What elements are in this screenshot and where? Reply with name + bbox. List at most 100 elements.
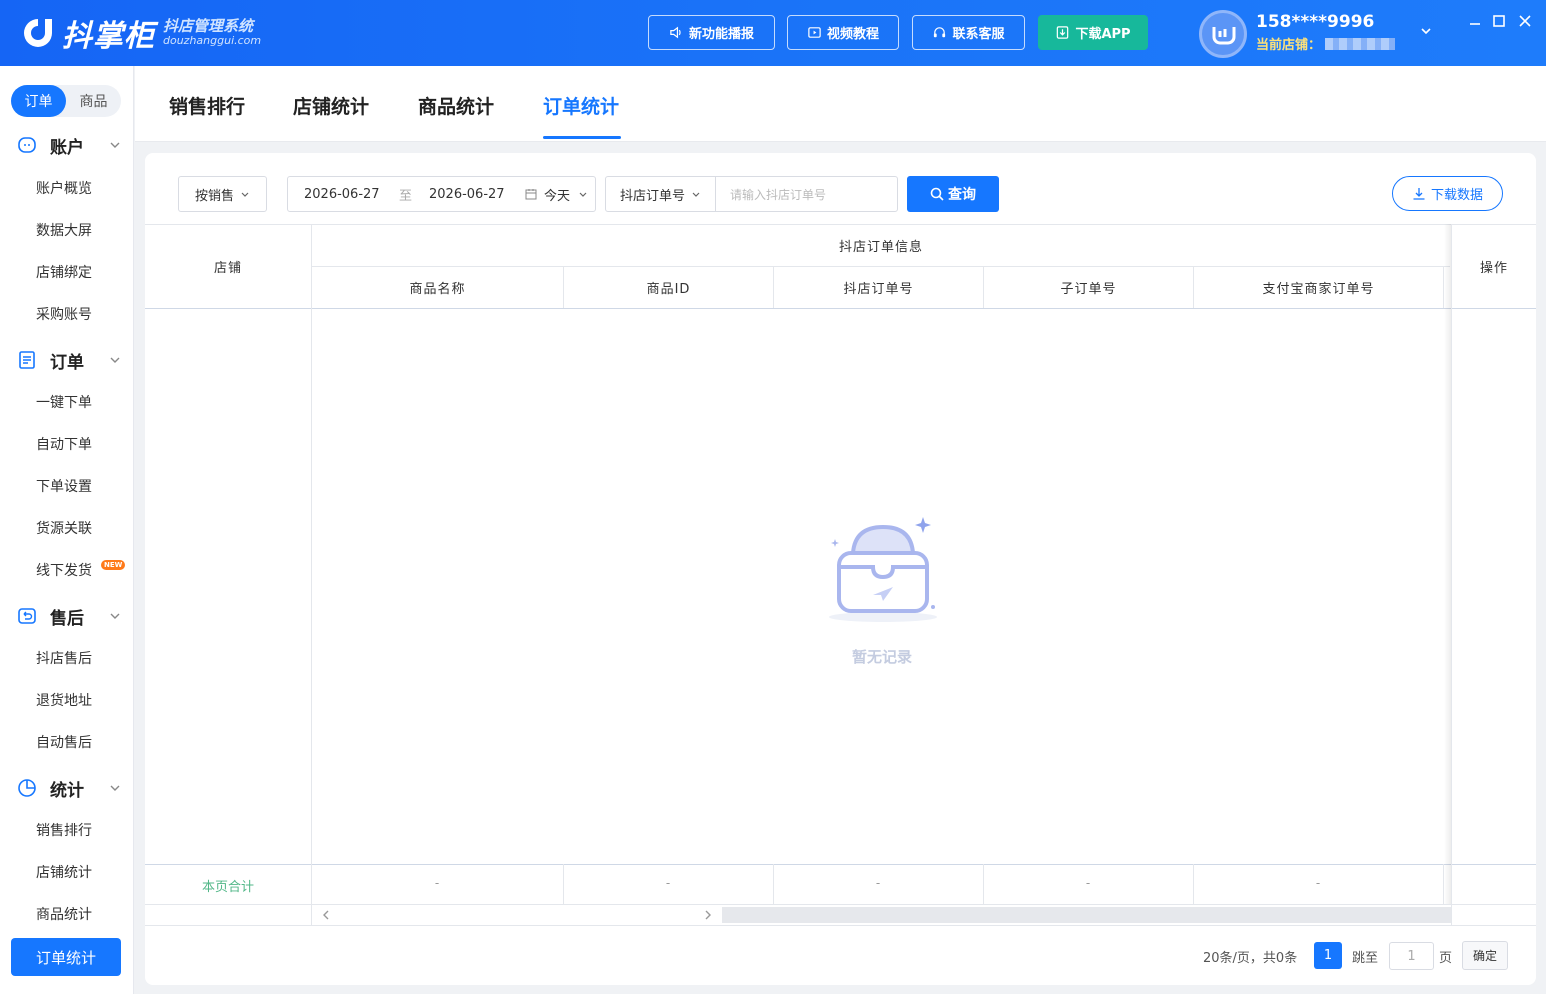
sidebar-item-source-link[interactable]: 货源关联	[36, 519, 92, 539]
new-badge: NEW	[101, 560, 126, 570]
current-store: 当前店铺：	[1256, 34, 1396, 53]
date-shortcut[interactable]: 今天	[544, 185, 570, 204]
scroll-left-icon[interactable]	[320, 909, 332, 921]
column-header-store: 店铺	[213, 261, 242, 276]
sidebar-group-after-sale[interactable]: 售后	[0, 599, 134, 633]
headset-icon	[934, 27, 946, 38]
date-start[interactable]: 2026-06-27	[304, 187, 380, 202]
segment-product[interactable]: 商品	[66, 85, 121, 117]
stats-tabs: 销售排行 店铺统计 商品统计 订单统计	[135, 66, 1546, 142]
order-search-input[interactable]: 请输入抖店订单号	[715, 176, 898, 212]
column-group-header: 抖店订单信息	[838, 240, 923, 255]
sidebar-item-offline-ship[interactable]: 线下发货	[36, 561, 92, 581]
summary-value: -	[1315, 876, 1321, 890]
sidebar-item-auto-order[interactable]: 自动下单	[36, 435, 92, 455]
video-tutorial-button[interactable]: 视频教程	[787, 15, 899, 50]
column-header-sub-order: 子订单号	[1060, 282, 1117, 297]
search-icon	[930, 187, 944, 201]
contact-support-button[interactable]: 联系客服	[912, 15, 1025, 50]
pie-chart-icon	[18, 779, 36, 797]
chevron-down-icon	[110, 613, 120, 619]
page-jump-confirm-button[interactable]: 确定	[1462, 941, 1508, 970]
summary-value: -	[434, 876, 440, 890]
scroll-right-icon[interactable]	[702, 909, 714, 921]
search-type-value: 抖店订单号	[619, 188, 685, 204]
download-data-button[interactable]: 下载数据	[1392, 176, 1503, 211]
segment-order[interactable]: 订单	[11, 85, 66, 117]
page-jump-input[interactable]: 1	[1389, 942, 1434, 970]
empty-state-text: 暂无记录	[851, 648, 912, 666]
sidebar-item-sales-ranking[interactable]: 销售排行	[36, 821, 92, 841]
sidebar-group-account[interactable]: 账户	[0, 128, 134, 162]
chevron-down-icon	[579, 192, 587, 197]
sidebar-item-account-overview[interactable]: 账户概览	[36, 179, 92, 199]
jump-label: 跳至	[1352, 950, 1379, 966]
maximize-icon[interactable]	[1490, 12, 1508, 30]
sidebar-item-data-screen[interactable]: 数据大屏	[36, 221, 92, 241]
account-icon	[18, 137, 36, 153]
mode-select[interactable]: 按销售	[178, 176, 267, 212]
date-separator: 至	[399, 188, 413, 204]
query-label: 查询	[948, 187, 976, 203]
calendar-icon	[525, 189, 537, 200]
column-header-product-id: 商品ID	[646, 282, 691, 297]
close-icon[interactable]	[1516, 12, 1534, 30]
sidebar-item-return-address[interactable]: 退货地址	[36, 691, 92, 711]
sidebar-item-order-settings[interactable]: 下单设置	[36, 477, 92, 497]
chevron-down-icon	[110, 785, 120, 791]
column-header-product-name: 商品名称	[409, 282, 466, 297]
empty-box-icon	[829, 517, 937, 622]
avatar[interactable]	[1199, 10, 1247, 58]
horizontal-scrollbar[interactable]	[312, 905, 1451, 925]
sidebar-item-order-stats[interactable]: 订单统计	[11, 938, 121, 976]
chevron-down-icon	[110, 357, 120, 363]
feature-news-button[interactable]: 新功能播报	[648, 15, 775, 50]
active-tab-indicator	[543, 136, 621, 139]
sidebar-group-order[interactable]: 订单	[0, 343, 134, 377]
chevron-down-icon	[110, 142, 120, 148]
sidebar-group-label: 统计	[50, 780, 84, 801]
sidebar-item-purchase-account[interactable]: 采购账号	[36, 305, 92, 325]
download-icon	[1413, 187, 1425, 200]
date-end[interactable]: 2026-06-27	[429, 187, 505, 202]
chevron-down-icon[interactable]	[1419, 24, 1433, 38]
chevron-down-icon	[241, 192, 249, 197]
video-tutorial-label: 视频教程	[826, 27, 879, 42]
column-header-douyin-order: 抖店订单号	[843, 282, 914, 297]
minimize-icon[interactable]	[1466, 12, 1484, 30]
logo-domain: douzhanggui.com	[163, 34, 262, 48]
search-type-select[interactable]: 抖店订单号	[605, 176, 716, 212]
logo-tagline: 抖店管理系统	[163, 17, 254, 36]
sidebar-group-label: 账户	[50, 137, 84, 158]
page-number-current[interactable]: 1	[1314, 942, 1342, 969]
feature-news-label: 新功能播报	[688, 27, 754, 42]
sidebar-item-one-click-order[interactable]: 一键下单	[36, 393, 92, 413]
after-sale-icon	[18, 608, 36, 624]
contact-support-label: 联系客服	[952, 27, 1005, 42]
sidebar-item-douyin-after-sale[interactable]: 抖店售后	[36, 649, 92, 669]
download-app-button[interactable]: 下载APP	[1038, 15, 1148, 50]
tab-sales-ranking[interactable]: 销售排行	[169, 92, 245, 119]
scrollbar-thumb[interactable]	[722, 907, 1451, 923]
page-unit: 页	[1439, 950, 1453, 966]
app-header: 抖掌柜 抖店管理系统 douzhanggui.com 新功能播报 视频教程 联系…	[0, 0, 1546, 66]
chevron-down-icon	[692, 192, 700, 197]
sidebar-item-product-stats[interactable]: 商品统计	[36, 905, 92, 925]
store-name-blurred	[1325, 37, 1396, 50]
sidebar-item-store-binding[interactable]: 店铺绑定	[36, 263, 92, 283]
order-stats-panel: 按销售 2026-06-27 至 2026-06-27 今天 抖店订单号 请输入…	[145, 153, 1536, 985]
user-phone: 158****9996	[1256, 12, 1375, 32]
summary-value: -	[875, 876, 881, 890]
summary-value: -	[1085, 876, 1091, 890]
sidebar-item-auto-after-sale[interactable]: 自动售后	[36, 733, 92, 753]
sidebar-group-statistics[interactable]: 统计	[0, 771, 134, 805]
sidebar: 订单 商品 账户 账户概览 数据大屏 店铺绑定 采购账号 订单 一键下单 自动下…	[0, 66, 134, 994]
summary-value: -	[665, 876, 671, 890]
tab-store-stats[interactable]: 店铺统计	[293, 92, 369, 119]
sidebar-item-store-stats[interactable]: 店铺统计	[36, 863, 92, 883]
tab-product-stats[interactable]: 商品统计	[418, 92, 494, 119]
tab-order-stats[interactable]: 订单统计	[543, 92, 619, 119]
query-button[interactable]: 查询	[907, 176, 999, 212]
page-size-info: 20条/页，共0条	[1203, 950, 1298, 966]
date-range-picker[interactable]: 2026-06-27 至 2026-06-27 今天	[287, 176, 596, 212]
